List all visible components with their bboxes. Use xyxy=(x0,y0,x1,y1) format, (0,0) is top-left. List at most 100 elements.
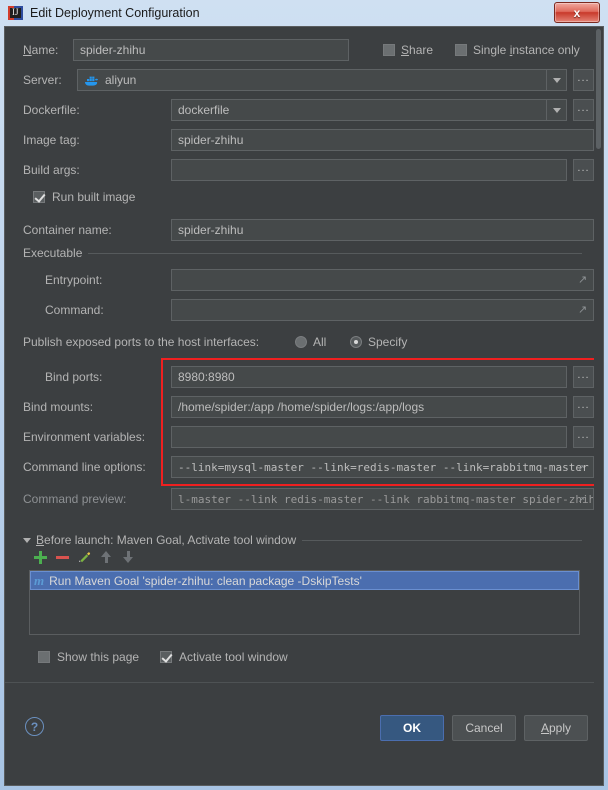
bind-mounts-input[interactable]: /home/spider:/app /home/spider/logs:/app… xyxy=(171,396,567,418)
run-built-image-label: Run built image xyxy=(52,190,136,204)
image-tag-label: Image tag: xyxy=(23,133,80,147)
build-args-label: Build args: xyxy=(23,163,80,177)
share-label: Share xyxy=(401,43,434,57)
executable-group-header: Executable xyxy=(23,245,582,261)
list-item[interactable]: m Run Maven Goal 'spider-zhihu: clean pa… xyxy=(30,571,579,590)
help-label: ? xyxy=(30,719,39,734)
command-line-options-value: --link=mysql-master --link=redis-master … xyxy=(178,460,589,474)
radio-specify[interactable] xyxy=(350,336,362,348)
dialog-window: IJ Edit Deployment Configuration x Name:… xyxy=(0,0,608,790)
single-instance-checkbox-wrap[interactable]: Single instance only xyxy=(455,43,580,57)
command-preview-value: l-master --link redis-master --link rabb… xyxy=(178,492,594,506)
single-instance-label: Single instance only xyxy=(473,43,580,57)
run-built-image-wrap[interactable]: Run built image xyxy=(33,190,135,204)
server-label: Server: xyxy=(23,73,62,87)
share-checkbox[interactable] xyxy=(383,44,395,56)
row-entrypoint: Entrypoint: ↗ xyxy=(5,267,594,293)
expand-icon[interactable]: ↗ xyxy=(578,461,588,472)
before-launch-label: Before launch: Maven Goal, Activate tool… xyxy=(36,533,297,547)
dockerfile-value: dockerfile xyxy=(178,103,230,117)
activate-tool-window-wrap[interactable]: Activate tool window xyxy=(160,650,288,664)
dockerfile-browse-button[interactable]: ... xyxy=(573,99,594,121)
activate-tool-window-label: Activate tool window xyxy=(179,650,288,664)
footer-divider xyxy=(5,682,594,683)
dialog-content: Name: spider-zhihu Share Single instance… xyxy=(4,26,604,786)
add-icon[interactable] xyxy=(29,548,51,566)
bind-ports-label: Bind ports: xyxy=(45,370,103,384)
name-input[interactable]: spider-zhihu xyxy=(73,39,349,61)
docker-whale-icon xyxy=(84,73,100,87)
vertical-scrollbar[interactable] xyxy=(594,27,603,785)
entrypoint-input[interactable]: ↗ xyxy=(171,269,594,291)
row-bind-mounts: Bind mounts: /home/spider:/app /home/spi… xyxy=(5,394,594,420)
radio-specify-label: Specify xyxy=(368,335,408,349)
bind-mounts-label: Bind mounts: xyxy=(23,400,94,414)
expand-icon[interactable]: ↗ xyxy=(578,305,588,316)
publish-ports-label: Publish exposed ports to the host interf… xyxy=(23,335,260,349)
show-this-page-checkbox[interactable] xyxy=(38,651,50,663)
environment-variables-label: Environment variables: xyxy=(23,430,146,444)
row-dockerfile: Dockerfile: dockerfile ... xyxy=(5,97,594,123)
command-line-options-input[interactable]: --link=mysql-master --link=redis-master … xyxy=(171,456,594,478)
dockerfile-combobox[interactable]: dockerfile xyxy=(171,99,567,121)
help-button[interactable]: ? xyxy=(25,717,44,736)
bind-mounts-browse-button[interactable]: ... xyxy=(573,396,594,418)
share-checkbox-wrap[interactable]: Share xyxy=(383,43,433,57)
bind-ports-input[interactable]: 8980:8980 xyxy=(171,366,567,388)
run-built-image-checkbox[interactable] xyxy=(33,191,45,203)
row-command-preview: Command preview: l-master --link redis-m… xyxy=(5,486,594,512)
close-icon[interactable]: x xyxy=(554,2,600,23)
server-combobox[interactable]: aliyun xyxy=(77,69,567,91)
edit-pencil-icon[interactable] xyxy=(73,548,95,566)
row-image-tag: Image tag: spider-zhihu xyxy=(5,127,594,153)
row-command: Command: ↗ xyxy=(5,297,594,323)
row-footer-checkboxes: Show this page Activate tool window xyxy=(5,647,594,667)
container-name-input[interactable]: spider-zhihu xyxy=(171,219,594,241)
show-this-page-label: Show this page xyxy=(57,650,140,664)
publish-ports-option-all[interactable]: All xyxy=(295,335,326,349)
single-instance-checkbox[interactable] xyxy=(455,44,467,56)
cancel-button[interactable]: Cancel xyxy=(452,715,516,741)
show-this-page-wrap[interactable]: Show this page xyxy=(38,650,139,664)
row-bind-ports: Bind ports: 8980:8980 ... xyxy=(5,364,594,390)
radio-all[interactable] xyxy=(295,336,307,348)
before-launch-task-list[interactable]: m Run Maven Goal 'spider-zhihu: clean pa… xyxy=(29,570,580,635)
build-args-browse-button[interactable]: ... xyxy=(573,159,594,181)
intellij-idea-icon: IJ xyxy=(8,5,24,21)
entrypoint-label: Entrypoint: xyxy=(45,273,103,287)
maven-icon: m xyxy=(34,572,45,588)
expand-icon[interactable]: ↗ xyxy=(578,275,588,286)
command-preview-input: l-master --link redis-master --link rabb… xyxy=(171,488,594,510)
before-launch-header[interactable]: Before launch: Maven Goal, Activate tool… xyxy=(23,532,582,548)
move-up-icon[interactable] xyxy=(95,548,117,566)
move-down-icon[interactable] xyxy=(117,548,139,566)
dockerfile-dropdown-arrow[interactable] xyxy=(546,100,566,120)
row-environment-variables: Environment variables: ... xyxy=(5,424,594,450)
environment-variables-input[interactable] xyxy=(171,426,567,448)
server-browse-button[interactable]: ... xyxy=(573,69,594,91)
row-run-built-image: Run built image xyxy=(5,187,594,207)
publish-ports-option-specify[interactable]: Specify xyxy=(350,335,407,349)
activate-tool-window-checkbox[interactable] xyxy=(160,651,172,663)
container-name-label: Container name: xyxy=(23,223,112,237)
triangle-down-icon[interactable] xyxy=(23,537,31,543)
chevron-down-icon xyxy=(552,107,561,113)
expand-icon[interactable]: ↗ xyxy=(578,493,588,504)
row-container-name: Container name: spider-zhihu xyxy=(5,217,594,243)
row-build-args: Build args: ... xyxy=(5,157,594,183)
environment-variables-browse-button[interactable]: ... xyxy=(573,426,594,448)
build-args-input[interactable] xyxy=(171,159,567,181)
scrollbar-thumb[interactable] xyxy=(596,29,601,149)
row-name: Name: spider-zhihu Share Single instance… xyxy=(5,37,594,63)
ok-button[interactable]: OK xyxy=(380,715,444,741)
row-server: Server: aliyun ... xyxy=(5,67,594,93)
bind-ports-browse-button[interactable]: ... xyxy=(573,366,594,388)
radio-all-label: All xyxy=(313,335,327,349)
group-divider xyxy=(302,539,582,541)
apply-button[interactable]: Apply xyxy=(524,715,588,741)
server-dropdown-arrow[interactable] xyxy=(546,70,566,90)
group-divider xyxy=(88,252,582,254)
image-tag-input[interactable]: spider-zhihu xyxy=(171,129,594,151)
remove-icon[interactable] xyxy=(51,548,73,566)
command-input[interactable]: ↗ xyxy=(171,299,594,321)
